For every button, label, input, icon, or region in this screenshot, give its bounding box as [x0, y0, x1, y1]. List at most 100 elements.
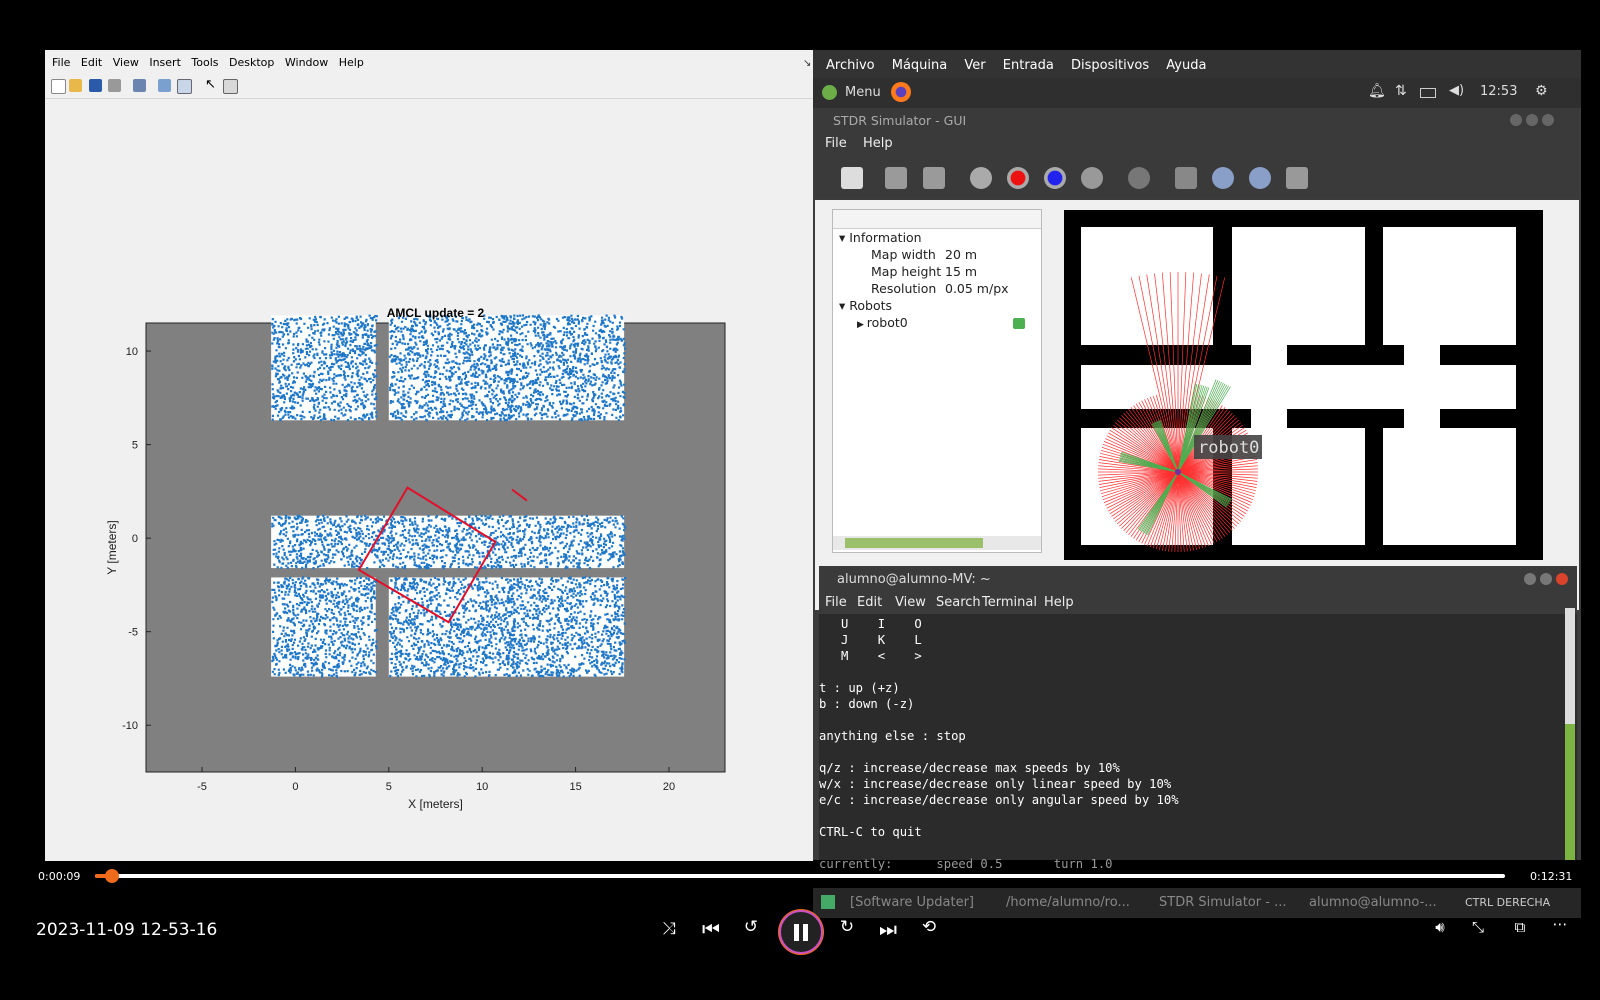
- tree-info-row[interactable]: ▾ Information: [839, 230, 922, 245]
- menu-desktop[interactable]: Desktop: [229, 56, 274, 69]
- menu-help[interactable]: Help: [339, 56, 364, 69]
- term-menu-search[interactable]: Search: [936, 595, 981, 610]
- menu-file[interactable]: File: [52, 56, 70, 69]
- grid-icon[interactable]: [1175, 167, 1197, 189]
- menu-tools[interactable]: Tools: [191, 56, 218, 69]
- tree-hscroll-thumb[interactable]: [845, 538, 983, 548]
- vb-menu-ayuda[interactable]: Ayuda: [1166, 58, 1206, 73]
- terminal-minimize-icon[interactable]: [1524, 573, 1536, 585]
- vb-menu-maquina[interactable]: Máquina: [892, 58, 948, 73]
- robot0-marker[interactable]: [1175, 469, 1181, 475]
- term-menu-edit[interactable]: Edit: [857, 595, 882, 610]
- next-icon[interactable]: ⏭: [873, 917, 903, 941]
- picture-in-picture-icon[interactable]: ⧉: [1505, 918, 1535, 936]
- add-robot-icon[interactable]: [885, 167, 907, 189]
- tree-map-width-key: Map width: [871, 247, 936, 262]
- pointer-icon[interactable]: ↖: [205, 77, 218, 92]
- tree-robots-row[interactable]: ▾ Robots: [839, 298, 892, 313]
- pause-bar-right-icon: [803, 924, 808, 941]
- load-robot-icon[interactable]: [923, 167, 945, 189]
- properties-gear-icon[interactable]: [1128, 167, 1150, 189]
- open-icon[interactable]: [69, 79, 82, 92]
- term-menu-file[interactable]: File: [825, 595, 847, 610]
- visibility-toggle-icon[interactable]: [1013, 318, 1025, 329]
- dock-arrow-icon[interactable]: ↘: [803, 58, 811, 69]
- battery-icon[interactable]: [1420, 88, 1436, 98]
- guest-menu-button[interactable]: Menu: [845, 85, 881, 100]
- menu-insert[interactable]: Insert: [149, 56, 181, 69]
- add-red-source-icon[interactable]: [1007, 167, 1029, 189]
- clock[interactable]: 12:53: [1480, 84, 1517, 99]
- terminal-close-icon[interactable]: [1556, 573, 1568, 585]
- virtualbox-menubar: Archivo Máquina Ver Entrada Dispositivos…: [813, 50, 1581, 78]
- load-map-icon[interactable]: [841, 167, 863, 189]
- add-sound-source-icon[interactable]: [1081, 167, 1103, 189]
- y-tick-label: 0: [132, 533, 138, 545]
- vb-menu-ver[interactable]: Ver: [964, 58, 985, 73]
- progress-track[interactable]: [95, 874, 1505, 878]
- stdr-menu-help[interactable]: Help: [863, 136, 893, 151]
- add-rfid-icon[interactable]: [970, 167, 992, 189]
- y-tick-label: 10: [126, 346, 138, 358]
- vb-menu-dispositivos[interactable]: Dispositivos: [1071, 58, 1149, 73]
- more-options-icon[interactable]: ⋯: [1545, 915, 1575, 933]
- term-menu-terminal[interactable]: Terminal: [982, 595, 1037, 610]
- stdr-map-svg: robot0: [1081, 227, 1516, 552]
- link-plot-icon[interactable]: [133, 79, 146, 92]
- print-icon[interactable]: [108, 79, 121, 92]
- add-blue-source-icon[interactable]: [1044, 167, 1066, 189]
- vb-menu-entrada[interactable]: Entrada: [1003, 58, 1054, 73]
- terminal-scroll-thumb[interactable]: [1565, 724, 1575, 860]
- stdr-menu-file[interactable]: File: [825, 136, 847, 151]
- repeat-off-icon[interactable]: ⟲: [914, 917, 944, 937]
- tree-resolution-key: Resolution: [871, 281, 937, 296]
- firefox-icon[interactable]: [891, 82, 911, 102]
- rewind-10-icon[interactable]: ↺: [736, 917, 766, 937]
- x-tick-label: 15: [569, 781, 581, 793]
- terminal-line: J K L: [819, 633, 922, 647]
- terminal-line: t : up (+z): [819, 681, 900, 695]
- robot0-tag[interactable]: robot0: [1198, 438, 1259, 458]
- zoom-out-icon[interactable]: [1249, 167, 1271, 189]
- close-icon[interactable]: [1542, 114, 1554, 126]
- colorbar-icon[interactable]: [158, 79, 171, 92]
- fit-view-icon[interactable]: [1286, 167, 1308, 189]
- terminal-line: U I O: [819, 617, 922, 631]
- terminal-maximize-icon[interactable]: [1540, 573, 1552, 585]
- tree-map-height-key: Map height: [871, 264, 942, 279]
- tree-map-height-value: 15 m: [945, 264, 978, 279]
- volume-icon[interactable]: ◀): [1449, 83, 1464, 98]
- vb-menu-archivo[interactable]: Archivo: [826, 58, 875, 73]
- mint-logo-icon[interactable]: [822, 85, 837, 100]
- progress-handle[interactable]: [104, 869, 119, 883]
- term-menu-help[interactable]: Help: [1044, 595, 1074, 610]
- shuffle-icon[interactable]: ⤨: [654, 919, 684, 939]
- terminal-output[interactable]: U I O J K L M < > t : up (+z) b : down (-…: [819, 616, 1559, 871]
- tree-info-header: Information: [849, 230, 922, 245]
- minimize-icon[interactable]: [1510, 114, 1522, 126]
- tree-robot0-row[interactable]: ▶ robot0: [857, 315, 908, 330]
- menu-view[interactable]: View: [113, 56, 139, 69]
- volume-icon[interactable]: 🔊︎: [1425, 918, 1455, 936]
- save-icon[interactable]: [89, 79, 102, 92]
- menu-edit[interactable]: Edit: [81, 56, 102, 69]
- term-menu-view[interactable]: View: [895, 595, 926, 610]
- terminal-line: q/z : increase/decrease max speeds by 10…: [819, 761, 1120, 775]
- settings-gear-icon[interactable]: ⚙: [1535, 83, 1548, 99]
- maximize-icon[interactable]: [1526, 114, 1538, 126]
- pause-button[interactable]: [779, 910, 823, 954]
- minimize-player-icon[interactable]: ⤡: [1463, 918, 1493, 936]
- menu-window[interactable]: Window: [285, 56, 328, 69]
- network-icon[interactable]: ⇅: [1395, 83, 1407, 99]
- terminal-scrollbar[interactable]: [1565, 608, 1575, 860]
- property-editor-icon[interactable]: [223, 79, 238, 94]
- forward-30-icon[interactable]: ↻: [832, 917, 862, 937]
- legend-icon[interactable]: [177, 79, 192, 94]
- notification-bell-icon[interactable]: 🔔︎: [1368, 83, 1386, 99]
- new-figure-icon[interactable]: [51, 79, 66, 94]
- previous-icon[interactable]: ⏮: [696, 917, 726, 941]
- tree-hscrollbar[interactable]: [833, 536, 1041, 550]
- x-tick-label: 5: [386, 781, 392, 793]
- zoom-in-icon[interactable]: [1212, 167, 1234, 189]
